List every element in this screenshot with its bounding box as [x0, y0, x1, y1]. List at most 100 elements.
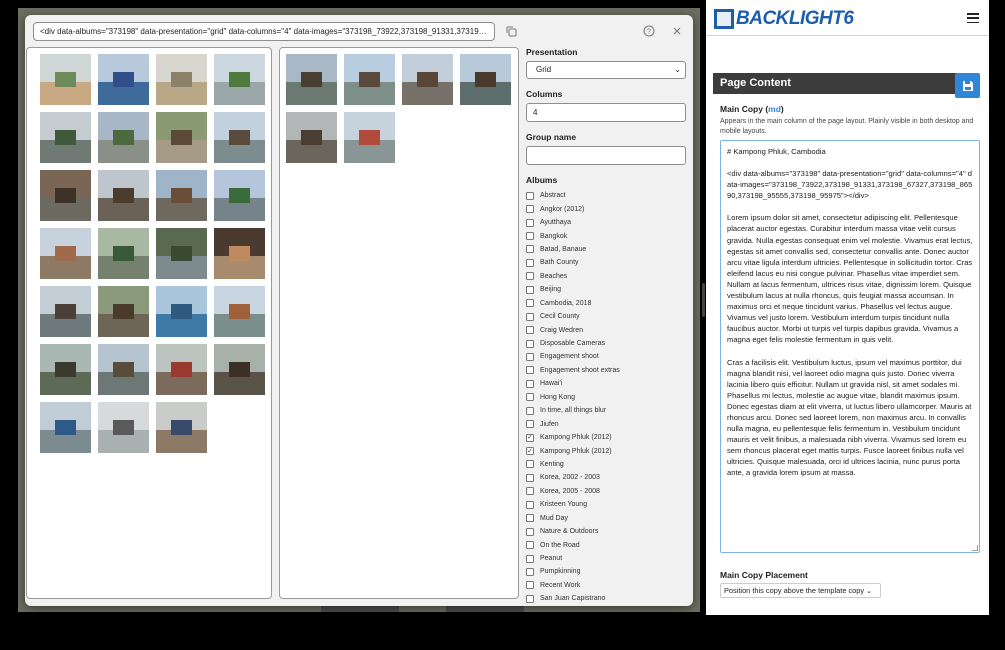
album-option[interactable]: Jiufen [526, 417, 686, 430]
selected-thumbnail[interactable] [402, 54, 453, 105]
checkbox[interactable] [526, 460, 534, 469]
album-option[interactable]: Korea, 2002 - 2003 [526, 471, 686, 484]
placement-select[interactable]: Position this copy above the template co… [720, 583, 881, 598]
selected-thumbnail[interactable] [344, 54, 395, 105]
close-icon[interactable] [670, 24, 684, 38]
album-thumbnail[interactable] [40, 54, 91, 105]
album-option[interactable]: On the Road [526, 538, 686, 551]
checkbox[interactable] [526, 527, 534, 536]
album-thumbnail[interactable] [156, 228, 207, 279]
album-option[interactable]: Batad, Banaue [526, 243, 686, 256]
album-thumbnail[interactable] [214, 170, 265, 221]
album-option[interactable]: Pumpkinning [526, 565, 686, 578]
album-thumbnail[interactable] [156, 112, 207, 163]
checkbox[interactable] [526, 352, 534, 361]
checkbox[interactable] [526, 218, 534, 227]
checkbox[interactable] [526, 541, 534, 550]
album-option[interactable]: Abstract [526, 189, 686, 202]
album-option[interactable]: Nature & Outdoors [526, 525, 686, 538]
album-option[interactable]: Korea, 2005 - 2008 [526, 485, 686, 498]
checkbox[interactable] [526, 393, 534, 402]
album-option[interactable]: Kristeen Young [526, 498, 686, 511]
album-option[interactable]: Craig Wedren [526, 323, 686, 336]
selected-thumbnail[interactable] [286, 112, 337, 163]
album-thumbnail[interactable] [156, 170, 207, 221]
checkbox[interactable] [526, 406, 534, 415]
album-option[interactable]: Disposable Cameras [526, 337, 686, 350]
album-option[interactable]: ✓ Kampong Phluk (2012) [526, 431, 686, 444]
album-thumbnail[interactable] [156, 54, 207, 105]
checkbox[interactable] [526, 366, 534, 375]
save-button[interactable] [955, 73, 980, 98]
album-thumbnail[interactable] [156, 344, 207, 395]
checkbox[interactable] [526, 285, 534, 294]
album-thumbnail[interactable] [98, 54, 149, 105]
album-thumbnail[interactable] [40, 286, 91, 337]
checkbox[interactable] [526, 500, 534, 509]
selected-thumbnail[interactable] [286, 54, 337, 105]
album-thumbnail[interactable] [156, 286, 207, 337]
album-thumbnail[interactable] [214, 344, 265, 395]
checkbox[interactable] [526, 581, 534, 590]
checkbox[interactable] [526, 567, 534, 576]
album-thumbnail[interactable] [98, 112, 149, 163]
album-option[interactable]: San Juan Capistrano [526, 592, 686, 603]
album-thumbnail[interactable] [214, 112, 265, 163]
checkbox[interactable] [526, 205, 534, 214]
checkbox-checked[interactable]: ✓ [526, 433, 534, 442]
album-thumbnail[interactable] [98, 286, 149, 337]
checkbox[interactable] [526, 554, 534, 563]
album-option[interactable]: Mud Day [526, 512, 686, 525]
album-thumbnail[interactable] [40, 344, 91, 395]
checkbox[interactable] [526, 594, 534, 603]
album-option[interactable]: Recent Work [526, 579, 686, 592]
album-thumbnail[interactable] [98, 402, 149, 453]
album-option[interactable]: Hong Kong [526, 391, 686, 404]
checkbox[interactable] [526, 326, 534, 335]
album-thumbnail[interactable] [214, 54, 265, 105]
embed-code-field[interactable]: <div data-albums="373198" data-presentat… [33, 22, 495, 41]
album-thumbnail[interactable] [40, 402, 91, 453]
checkbox[interactable] [526, 191, 534, 200]
album-option[interactable]: Bangkok [526, 229, 686, 242]
checkbox[interactable] [526, 245, 534, 254]
album-option[interactable]: Kenting [526, 458, 686, 471]
album-option[interactable]: Cecil County [526, 310, 686, 323]
checkbox[interactable] [526, 487, 534, 496]
album-option[interactable]: In time, all things blur [526, 404, 686, 417]
album-option[interactable]: Angkor (2012) [526, 202, 686, 215]
selected-thumbnail[interactable] [460, 54, 511, 105]
album-option[interactable]: Engagement shoot [526, 350, 686, 363]
album-option[interactable]: Bath County [526, 256, 686, 269]
album-option[interactable]: Hawai'i [526, 377, 686, 390]
copy-icon[interactable] [504, 24, 518, 38]
checkbox[interactable] [526, 339, 534, 348]
checkbox[interactable] [526, 514, 534, 523]
selected-thumbnail[interactable] [344, 112, 395, 163]
album-option[interactable]: Beijing [526, 283, 686, 296]
album-thumbnail[interactable] [40, 228, 91, 279]
group-name-input[interactable] [526, 146, 686, 165]
checkbox-checked[interactable]: ✓ [526, 447, 534, 456]
help-icon[interactable]: ? [642, 24, 656, 38]
album-thumbnail[interactable] [40, 170, 91, 221]
presentation-select[interactable]: Grid ⌄ [526, 61, 686, 79]
album-thumbnail[interactable] [156, 402, 207, 453]
checkbox[interactable] [526, 473, 534, 482]
album-option[interactable]: Peanut [526, 552, 686, 565]
backlight-logo[interactable]: BACKLIGHT6 [714, 8, 854, 29]
checkbox[interactable] [526, 272, 534, 281]
main-copy-editor[interactable]: # Kampong Phluk, Cambodia <div data-albu… [720, 140, 980, 553]
album-thumbnail[interactable] [214, 228, 265, 279]
markdown-link[interactable]: md [768, 104, 781, 114]
album-thumbnail[interactable] [214, 286, 265, 337]
columns-input[interactable]: 4 [526, 103, 686, 122]
menu-icon[interactable] [967, 13, 979, 23]
album-thumbnail[interactable] [98, 344, 149, 395]
checkbox[interactable] [526, 420, 534, 429]
album-option[interactable]: Beaches [526, 270, 686, 283]
divider-grip[interactable] [702, 283, 705, 317]
album-option[interactable]: ✓ Kampong Phluk (2012) [526, 444, 686, 457]
album-thumbnail[interactable] [98, 228, 149, 279]
checkbox[interactable] [526, 379, 534, 388]
